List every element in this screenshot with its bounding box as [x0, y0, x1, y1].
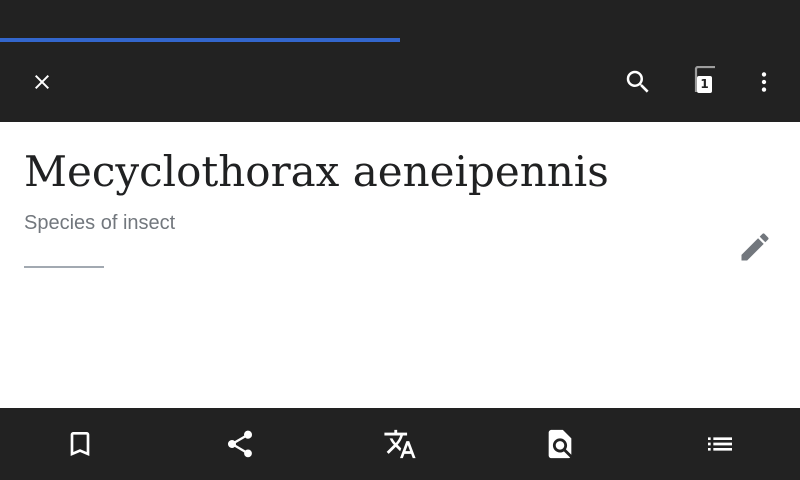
find-in-page-icon: [548, 429, 572, 459]
title-divider: [24, 266, 104, 268]
save-button[interactable]: [0, 408, 160, 480]
share-icon: [227, 430, 253, 458]
status-bar: [0, 0, 800, 38]
edit-description-button[interactable]: [731, 223, 779, 271]
close-icon: [35, 75, 49, 89]
find-in-page-button[interactable]: [480, 408, 640, 480]
close-button[interactable]: [14, 42, 70, 122]
bottom-action-bar: [0, 408, 800, 480]
overflow-menu-button[interactable]: [736, 42, 792, 122]
article-content: Mecyclothorax aeneipennis Species of ins…: [0, 122, 800, 408]
search-button[interactable]: [610, 42, 666, 122]
more-vert-icon: [761, 72, 767, 92]
article-title: Mecyclothorax aeneipennis: [24, 147, 609, 196]
tabs-count-badge: 1: [697, 76, 712, 93]
contents-button[interactable]: [640, 408, 800, 480]
list-icon: [708, 437, 732, 451]
tabs-button[interactable]: 1: [682, 42, 738, 122]
search-icon: [626, 70, 649, 93]
article-description: Species of insect: [24, 212, 176, 234]
translate-icon: [384, 429, 416, 459]
language-button[interactable]: [320, 408, 480, 480]
share-button[interactable]: [160, 408, 320, 480]
pencil-icon: [741, 233, 769, 261]
top-toolbar: 1: [0, 42, 800, 122]
bookmark-icon: [70, 432, 90, 456]
